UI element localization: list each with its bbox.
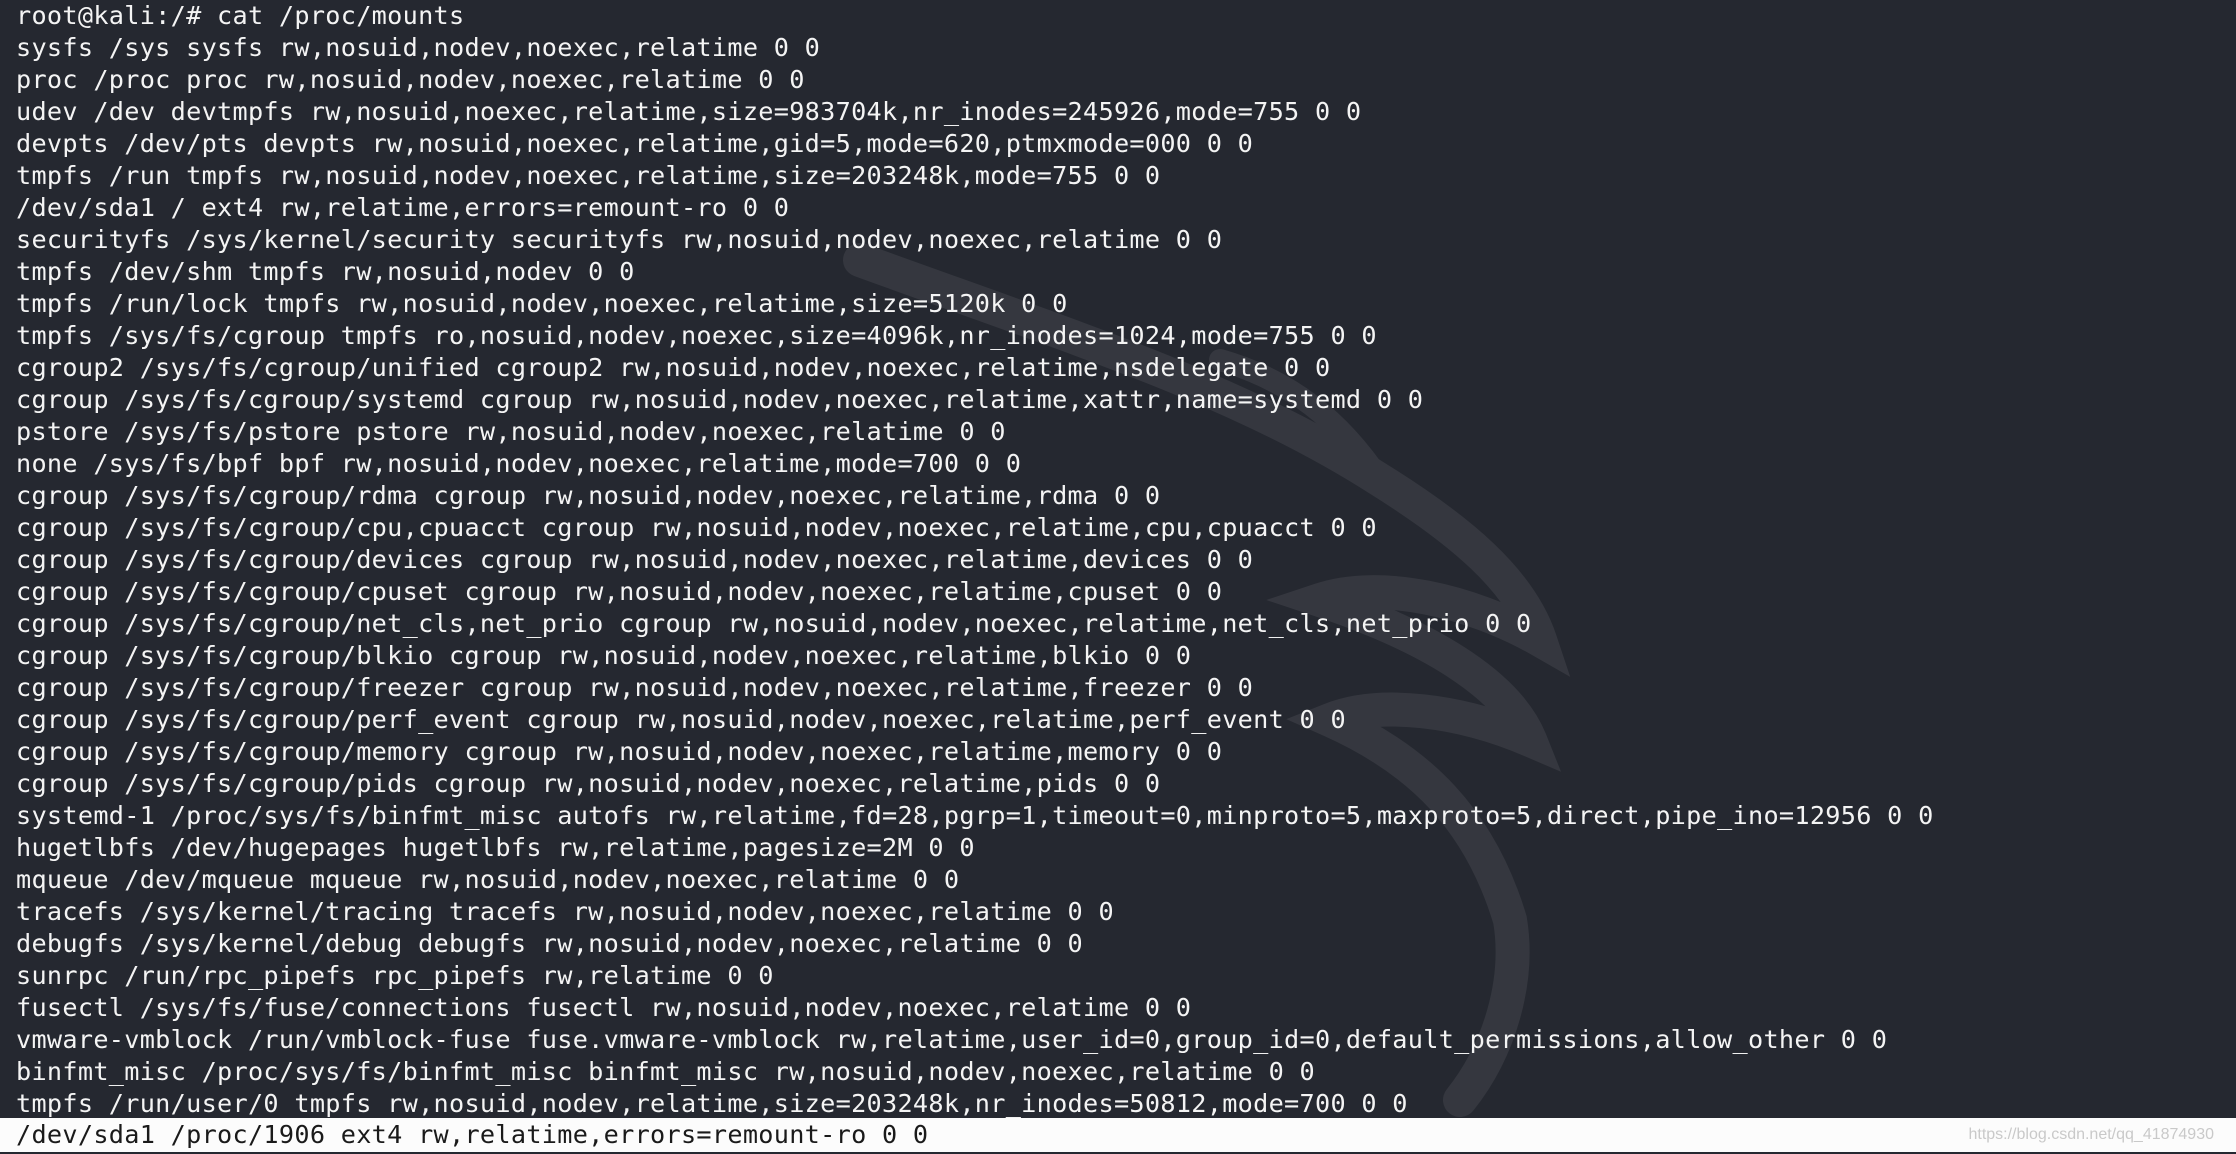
output-line: pstore /sys/fs/pstore pstore rw,nosuid,n… — [16, 417, 1006, 446]
output-line: sunrpc /run/rpc_pipefs rpc_pipefs rw,rel… — [16, 961, 774, 990]
output-line: tmpfs /run tmpfs rw,nosuid,nodev,noexec,… — [16, 161, 1161, 190]
source-watermark: https://blog.csdn.net/qq_41874930 — [1968, 1126, 2214, 1143]
output-line: none /sys/fs/bpf bpf rw,nosuid,nodev,noe… — [16, 449, 1022, 478]
output-line: hugetlbfs /dev/hugepages hugetlbfs rw,re… — [16, 833, 975, 862]
output-line: /dev/sda1 / ext4 rw,relatime,errors=remo… — [16, 193, 790, 222]
output-line: cgroup /sys/fs/cgroup/freezer cgroup rw,… — [16, 673, 1254, 702]
output-line: fusectl /sys/fs/fuse/connections fusectl… — [16, 993, 1192, 1022]
output-line: systemd-1 /proc/sys/fs/binfmt_misc autof… — [16, 801, 1934, 830]
output-line: cgroup /sys/fs/cgroup/blkio cgroup rw,no… — [16, 641, 1192, 670]
output-line: cgroup /sys/fs/cgroup/pids cgroup rw,nos… — [16, 769, 1161, 798]
output-line: tracefs /sys/kernel/tracing tracefs rw,n… — [16, 897, 1114, 926]
output-line: cgroup /sys/fs/cgroup/cpu,cpuacct cgroup… — [16, 513, 1377, 542]
output-line: tmpfs /run/user/0 tmpfs rw,nosuid,nodev,… — [16, 1089, 1408, 1118]
output-line: debugfs /sys/kernel/debug debugfs rw,nos… — [16, 929, 1084, 958]
output-line: cgroup2 /sys/fs/cgroup/unified cgroup2 r… — [16, 353, 1331, 382]
output-line: cgroup /sys/fs/cgroup/perf_event cgroup … — [16, 705, 1346, 734]
output-line: vmware-vmblock /run/vmblock-fuse fuse.vm… — [16, 1025, 1888, 1054]
terminal-window[interactable]: root@kali:/# cat /proc/mounts sysfs /sys… — [0, 0, 2236, 1154]
command-prompt-line: root@kali:/# cat /proc/mounts — [16, 1, 465, 30]
selected-line-text: /dev/sda1 /proc/1906 ext4 rw,relatime,er… — [16, 1120, 929, 1149]
output-line: tmpfs /run/lock tmpfs rw,nosuid,nodev,no… — [16, 289, 1068, 318]
output-line: cgroup /sys/fs/cgroup/cpuset cgroup rw,n… — [16, 577, 1223, 606]
output-line: securityfs /sys/kernel/security security… — [16, 225, 1223, 254]
output-line: sysfs /sys sysfs rw,nosuid,nodev,noexec,… — [16, 33, 821, 62]
output-line: binfmt_misc /proc/sys/fs/binfmt_misc bin… — [16, 1057, 1315, 1086]
output-line: udev /dev devtmpfs rw,nosuid,noexec,rela… — [16, 97, 1362, 126]
output-line: cgroup /sys/fs/cgroup/rdma cgroup rw,nos… — [16, 481, 1161, 510]
output-line: devpts /dev/pts devpts rw,nosuid,noexec,… — [16, 129, 1254, 158]
output-line: cgroup /sys/fs/cgroup/net_cls,net_prio c… — [16, 609, 1532, 638]
output-line: mqueue /dev/mqueue mqueue rw,nosuid,node… — [16, 865, 960, 894]
output-line: tmpfs /dev/shm tmpfs rw,nosuid,nodev 0 0 — [16, 257, 635, 286]
selected-output-line[interactable]: /dev/sda1 /proc/1906 ext4 rw,relatime,er… — [0, 1118, 2236, 1152]
output-line: cgroup /sys/fs/cgroup/devices cgroup rw,… — [16, 545, 1254, 574]
output-line: cgroup /sys/fs/cgroup/memory cgroup rw,n… — [16, 737, 1223, 766]
output-line: cgroup /sys/fs/cgroup/systemd cgroup rw,… — [16, 385, 1424, 414]
terminal-output: root@kali:/# cat /proc/mounts sysfs /sys… — [16, 0, 1934, 1120]
output-line: tmpfs /sys/fs/cgroup tmpfs ro,nosuid,nod… — [16, 321, 1377, 350]
output-line: proc /proc proc rw,nosuid,nodev,noexec,r… — [16, 65, 805, 94]
